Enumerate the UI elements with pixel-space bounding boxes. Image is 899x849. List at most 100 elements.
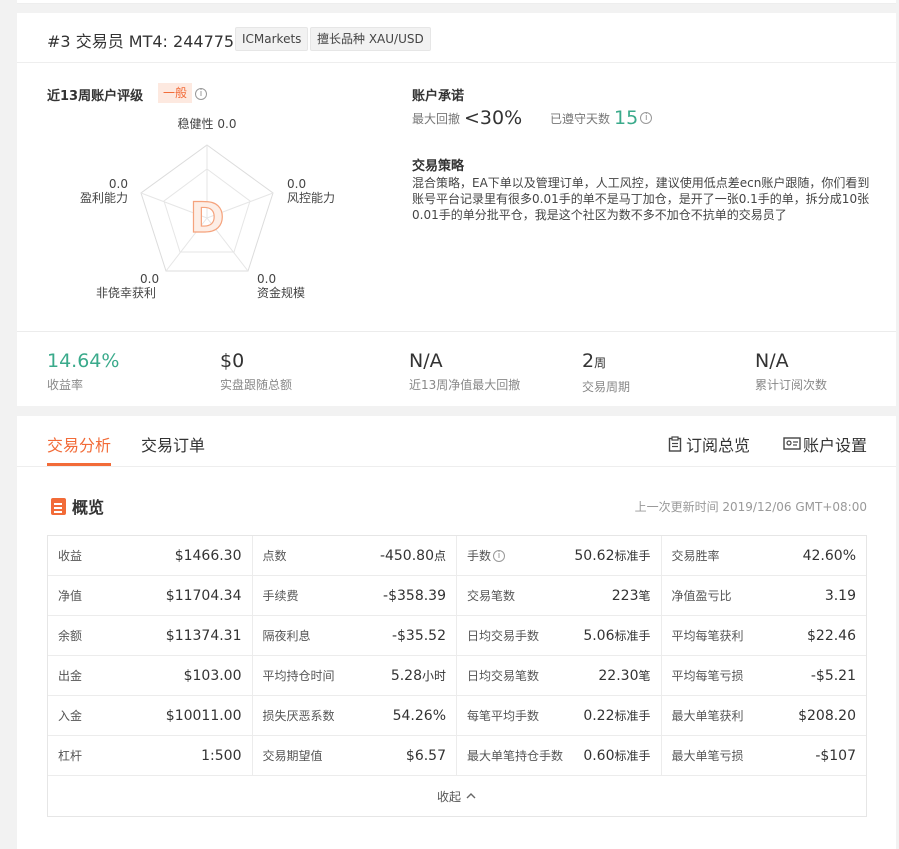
table-cell: 平均每笔获利 $22.46 bbox=[662, 616, 867, 655]
table-cell: 杠杆 1:500 bbox=[48, 736, 253, 775]
table-cell: 手数 i 50.62标准手 bbox=[457, 536, 662, 575]
table-cell: 交易笔数 223笔 bbox=[457, 576, 662, 615]
radar-label-profit: 0.0 盈利能力 bbox=[78, 177, 128, 205]
table-cell: 每笔平均手数 0.22标准手 bbox=[457, 696, 662, 735]
metric-label: 每笔平均手数 bbox=[467, 707, 539, 724]
metric-value-number: 50.62 bbox=[574, 548, 615, 564]
metric-value: $10011.00 bbox=[166, 708, 242, 724]
radar-label-risk: 0.0 风控能力 bbox=[287, 177, 335, 205]
table-cell: 出金 $103.00 bbox=[48, 656, 253, 695]
days-value: 15 bbox=[614, 107, 639, 129]
metric-label: 损失厌恶系数 bbox=[263, 707, 335, 724]
metric-label: 交易笔数 bbox=[467, 587, 515, 604]
table-cell: 交易期望值 $6.57 bbox=[253, 736, 457, 775]
metric-label: 余额 bbox=[58, 627, 82, 644]
axis-value: 0.0 bbox=[257, 272, 277, 286]
metric-value-number: 0.60 bbox=[583, 748, 615, 764]
strategy-title: 交易策略 bbox=[412, 159, 465, 174]
stat-unit: 周 bbox=[594, 356, 607, 370]
active-tab-indicator bbox=[47, 463, 111, 466]
radar-label-capital: 0.0 资金规模 bbox=[257, 272, 305, 300]
metric-label-text: 净值 bbox=[58, 589, 83, 603]
metric-value-number: -$5.21 bbox=[810, 667, 856, 684]
metric-value: -$35.52 bbox=[392, 628, 446, 644]
tab-trade-analysis[interactable]: 交易分析 bbox=[47, 432, 111, 456]
metric-value: 50.62标准手 bbox=[574, 547, 650, 564]
table-row: 出金 $103.00 平均持仓时间 5.28小时 日均交易笔数 22.30笔 平均每笔亏损 -… bbox=[48, 656, 866, 696]
metric-value-number: 54.26% bbox=[392, 707, 446, 724]
metric-value: $208.20 bbox=[798, 708, 856, 724]
metric-label-text: 平均每笔亏损 bbox=[671, 669, 744, 683]
metric-value: $11704.34 bbox=[166, 588, 242, 604]
stat-number: 2 bbox=[582, 350, 595, 372]
last-update-time: 上一次更新时间 2019/12/06 GMT+08:00 bbox=[634, 500, 867, 514]
metric-unit: 标准手 bbox=[614, 629, 651, 643]
stat-label: 近13周净值最大回撤 bbox=[409, 378, 521, 392]
metric-value: $103.00 bbox=[184, 668, 242, 684]
trader-card: #3 交易员 MT4: 244775 ICMarkets 擅长品种 XAU/US… bbox=[17, 13, 896, 331]
stats-row: 14.64% 收益率 $0 实盘跟随总额 N/A 近13周净值最大回撤 2周 交… bbox=[17, 331, 896, 406]
metric-value-number: 22.30 bbox=[598, 668, 639, 684]
chevron-up-icon bbox=[466, 793, 476, 799]
stat-return: 14.64% 收益率 bbox=[47, 350, 119, 393]
table-cell: 最大单笔持仓手数 0.60标准手 bbox=[457, 736, 662, 775]
metric-label-text: 每笔平均手数 bbox=[467, 709, 540, 723]
metric-label-text: 日均交易笔数 bbox=[467, 669, 540, 683]
metric-label-text: 最大单笔获利 bbox=[671, 709, 744, 723]
metric-value-number: 1:500 bbox=[201, 747, 242, 764]
document-icon bbox=[51, 497, 66, 515]
metric-value: 0.60标准手 bbox=[583, 747, 650, 764]
axis-value: 0.0 bbox=[217, 117, 237, 131]
account-settings-link[interactable]: 账户设置 bbox=[783, 432, 867, 456]
table-row: 余额 $11374.31 隔夜利息 -$35.52 日均交易手数 5.06标准手 平均每笔获… bbox=[48, 616, 866, 656]
table-cell: 收益 $1466.30 bbox=[48, 536, 253, 575]
metric-value-number: $1466.30 bbox=[174, 547, 242, 564]
metric-value: $1466.30 bbox=[175, 548, 242, 564]
metric-label-text: 损失厌恶系数 bbox=[262, 709, 335, 723]
account-settings-label: 账户设置 bbox=[803, 436, 868, 455]
table-cell: 点数 -450.80点 bbox=[253, 536, 457, 575]
table-cell: 手续费 -$358.39 bbox=[253, 576, 457, 615]
table-row: 入金 $10011.00 损失厌恶系数 54.26% 每笔平均手数 0.22标准手 最大单笔… bbox=[48, 696, 866, 736]
metric-label-text: 平均持仓时间 bbox=[262, 669, 335, 683]
table-cell: 平均持仓时间 5.28小时 bbox=[253, 656, 457, 695]
metric-label: 平均每笔获利 bbox=[672, 627, 744, 644]
metric-label-text: 手数 bbox=[467, 549, 492, 563]
metric-label-text: 杠杆 bbox=[58, 749, 83, 763]
metric-label: 最大单笔持仓手数 bbox=[467, 747, 563, 764]
axis-name: 风控能力 bbox=[287, 191, 336, 205]
metric-label: 出金 bbox=[58, 667, 82, 684]
metric-unit: 笔 bbox=[638, 669, 651, 683]
metric-label: 最大单笔获利 bbox=[672, 707, 744, 724]
subscribe-overview-link[interactable]: 订阅总览 bbox=[668, 432, 750, 456]
metric-label: 日均交易手数 bbox=[467, 627, 539, 644]
info-icon[interactable]: i bbox=[640, 112, 653, 124]
tab-trade-orders[interactable]: 交易订单 bbox=[141, 432, 205, 456]
metric-label-text: 手续费 bbox=[262, 589, 299, 603]
metric-value: 54.26% bbox=[393, 708, 446, 724]
stat-label: 累计订阅次数 bbox=[755, 378, 828, 392]
info-icon[interactable]: i bbox=[493, 549, 506, 562]
axis-name: 稳健性 bbox=[177, 117, 214, 131]
metric-unit: 笔 bbox=[638, 589, 651, 603]
metric-unit: 标准手 bbox=[614, 549, 651, 563]
table-cell: 入金 $10011.00 bbox=[48, 696, 253, 735]
table-cell: 净值盈亏比 3.19 bbox=[662, 576, 867, 615]
metric-value: -$5.21 bbox=[811, 668, 856, 684]
metric-value-number: -$107 bbox=[815, 747, 856, 764]
table-row: 收益 $1466.30 点数 -450.80点 手数 i 50.62标准手 交易胜率 42.60… bbox=[48, 536, 866, 576]
metric-unit: 标准手 bbox=[614, 749, 651, 763]
metric-label-text: 出金 bbox=[58, 669, 83, 683]
collapse-label: 收起 bbox=[436, 789, 461, 804]
radar-label-nonluck: 0.0 非侥幸获利 bbox=[96, 272, 159, 300]
metric-value-number: -$35.52 bbox=[391, 627, 446, 644]
stat-label: 实盘跟随总额 bbox=[220, 378, 293, 392]
table-cell: 日均交易手数 5.06标准手 bbox=[457, 616, 662, 655]
metric-label-text: 日均交易手数 bbox=[467, 629, 540, 643]
metric-label: 最大单笔亏损 bbox=[672, 747, 744, 764]
clipboard-icon bbox=[668, 436, 682, 452]
strategy-text: 混合策略，EA下单以及管理订单，人工风控，建议使用低点差ecn账户跟随，你们看到… bbox=[412, 176, 870, 222]
collapse-button[interactable]: 收起 bbox=[48, 776, 866, 816]
metric-value: -450.80点 bbox=[380, 547, 446, 564]
stat-subscriptions: N/A 累计订阅次数 bbox=[755, 350, 827, 393]
